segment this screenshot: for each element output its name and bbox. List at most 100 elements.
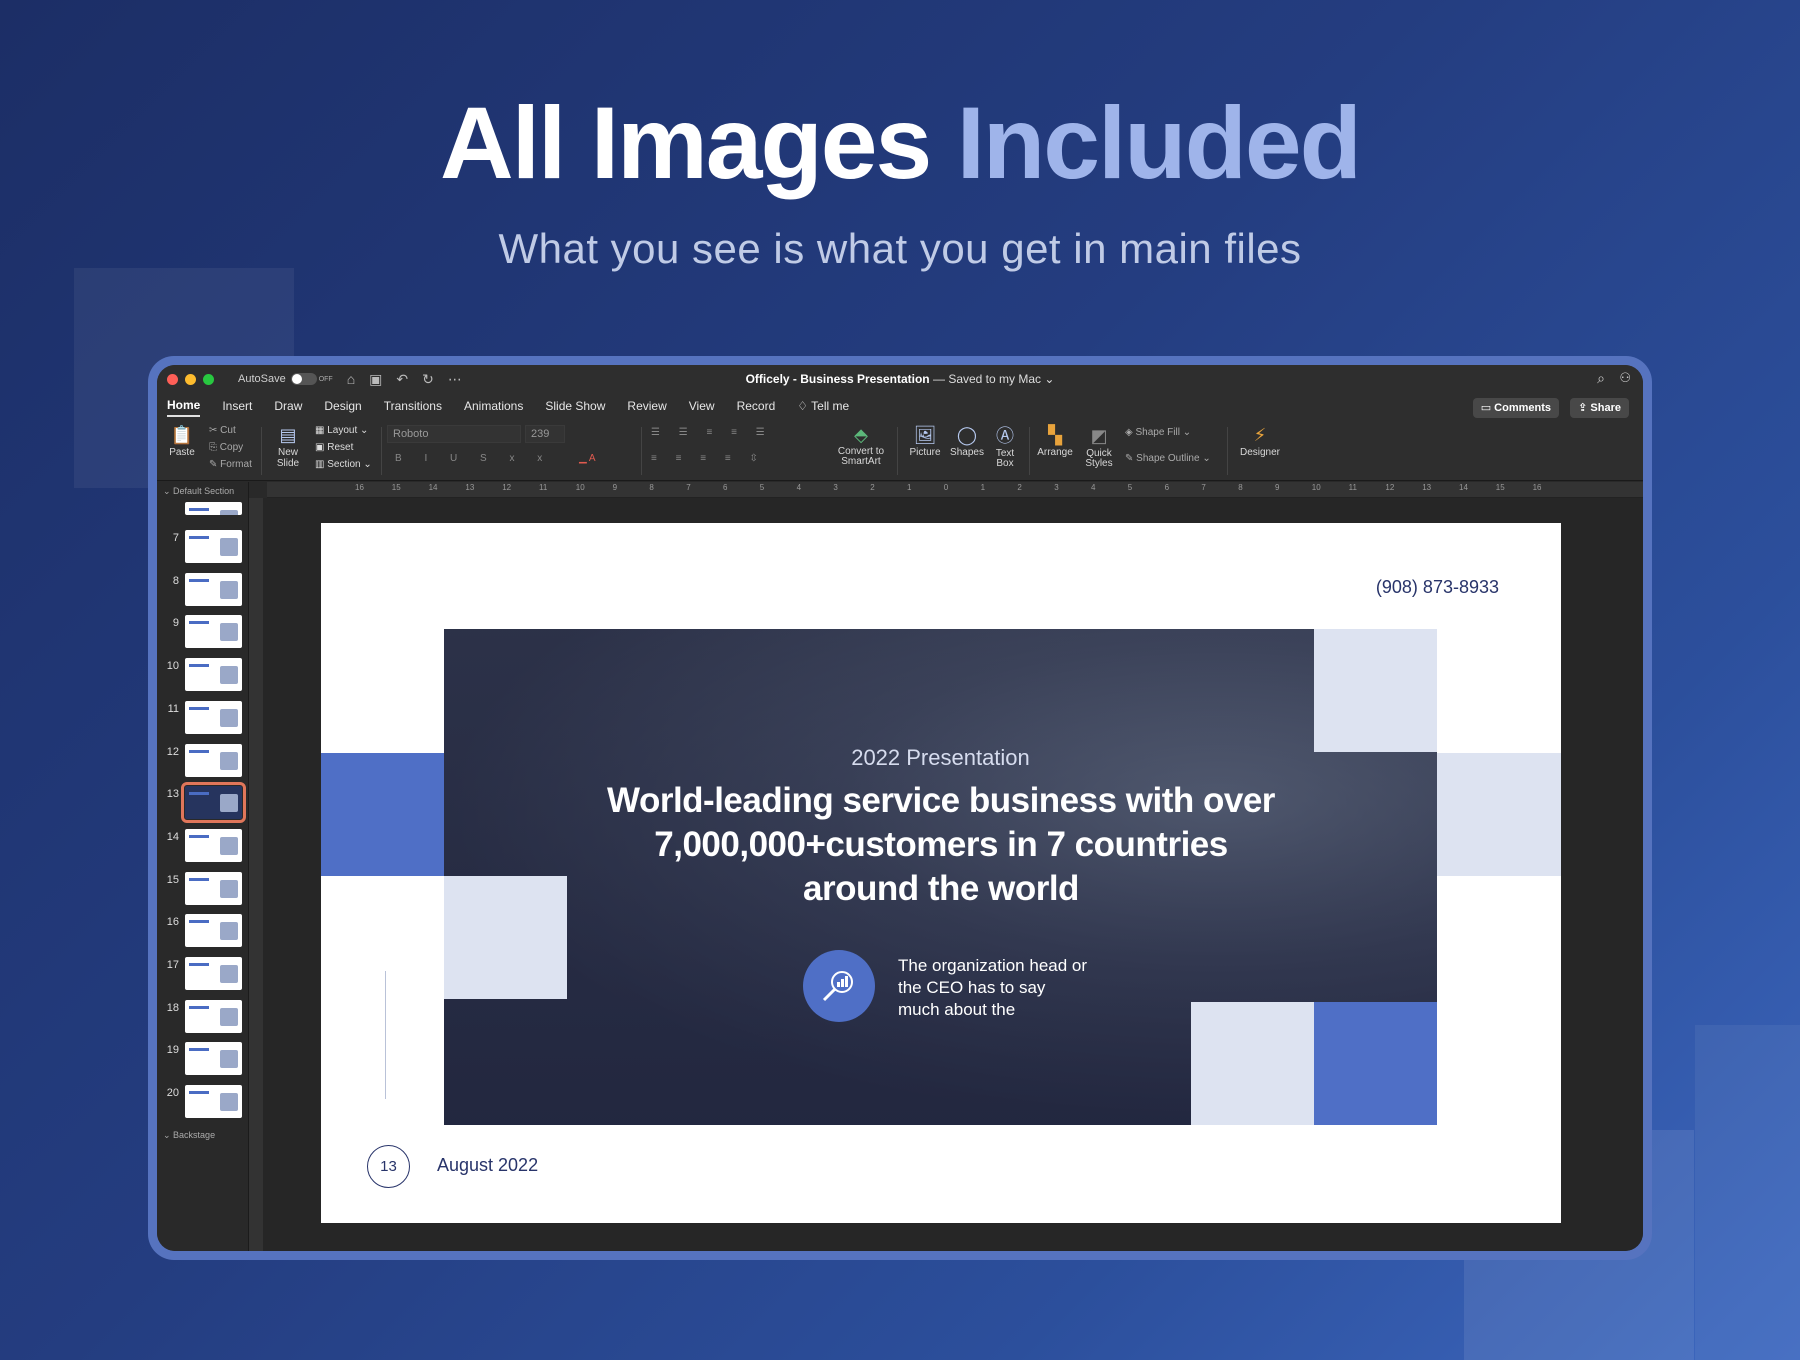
slide-thumbnail[interactable] bbox=[185, 572, 242, 606]
tab-transitions[interactable]: Transitions bbox=[384, 396, 442, 416]
section-icon: ▥ bbox=[315, 459, 325, 470]
slide[interactable]: (908) 873-8933 2022 Presentation World-l… bbox=[321, 523, 1561, 1223]
format-painter-button[interactable]: ✎ Format bbox=[209, 459, 252, 470]
slide-phone-number[interactable]: (908) 873-8933 bbox=[1376, 577, 1499, 598]
tab-record[interactable]: Record bbox=[737, 396, 776, 416]
ruler-tick-label: 3 bbox=[1054, 483, 1059, 492]
quick-styles-button[interactable]: ◩ Quick Styles bbox=[1079, 423, 1119, 469]
ruler-tick-label: 10 bbox=[1311, 483, 1321, 492]
tab-slide-show[interactable]: Slide Show bbox=[545, 396, 605, 416]
light-block bbox=[1191, 1002, 1314, 1125]
font-size-select[interactable]: 239 bbox=[525, 425, 565, 443]
share-icon: ⇪ bbox=[1578, 402, 1588, 414]
tab-animations[interactable]: Animations bbox=[464, 396, 523, 416]
slide-thumbnail-6[interactable] bbox=[185, 502, 242, 515]
copy-icon: ⎘ bbox=[209, 442, 217, 453]
ruler-tick-label: 7 bbox=[686, 483, 691, 492]
tab-insert[interactable]: Insert bbox=[222, 396, 252, 416]
pen-icon: ✎ bbox=[1125, 453, 1134, 464]
slide-thumbnail[interactable] bbox=[185, 530, 242, 563]
close-window-button[interactable] bbox=[167, 373, 178, 385]
slide-number: 17 bbox=[166, 959, 179, 971]
shape-fill-button[interactable]: ◈ Shape Fill ⌄ bbox=[1125, 427, 1191, 438]
lightbulb-icon: ♢ bbox=[797, 399, 809, 413]
share-button[interactable]: ⇪ Share bbox=[1570, 398, 1629, 418]
comments-button[interactable]: ▭ Comments bbox=[1472, 398, 1559, 418]
slide-thumbnail[interactable] bbox=[185, 999, 242, 1033]
powerpoint-window: AutoSave OFF ⌂ ▣ ↶ ↻ ⋯ Officely - Busine… bbox=[157, 365, 1643, 1251]
redo-icon[interactable]: ↻ bbox=[422, 371, 434, 388]
slide-thumbnail[interactable] bbox=[185, 658, 242, 692]
brush-icon: ✎ bbox=[209, 459, 218, 470]
more-icon[interactable]: ⋯ bbox=[448, 371, 462, 388]
account-icon[interactable]: ⚇ bbox=[1619, 370, 1631, 386]
ruler-tick-label: 4 bbox=[796, 483, 802, 492]
shapes-button[interactable]: ◯ Shapes bbox=[947, 423, 987, 458]
save-icon[interactable]: ▣ bbox=[369, 371, 382, 388]
ruler-tick-label: 14 bbox=[1459, 483, 1468, 492]
ruler-tick-label: 7 bbox=[1201, 483, 1206, 492]
arrange-button[interactable]: ▚ Arrange bbox=[1035, 423, 1075, 458]
section-button[interactable]: ▥ Section ⌄ bbox=[315, 459, 372, 470]
section-default[interactable]: ⌄ Default Section bbox=[163, 486, 234, 497]
autosave-toggle[interactable] bbox=[290, 373, 317, 385]
slide-thumbnail-panel: ⌄ Default Section 7 8 9 10 11 12 13 14 15 16 17 18 1… bbox=[157, 482, 249, 1251]
light-block bbox=[1314, 629, 1437, 752]
copy-button[interactable]: ⎘ Copy bbox=[209, 442, 243, 453]
layout-button[interactable]: ▦ Layout ⌄ bbox=[315, 425, 368, 436]
minimize-window-button[interactable] bbox=[185, 373, 196, 385]
home-icon[interactable]: ⌂ bbox=[347, 371, 355, 387]
slide-title[interactable]: World-leading service business with over… bbox=[601, 779, 1281, 911]
alignment-tools[interactable]: ≡ ≡ ≡ ≡ ⇳ bbox=[651, 453, 766, 464]
tell-me-search[interactable]: ♢ Tell me bbox=[797, 396, 849, 416]
slide-thumbnail[interactable] bbox=[185, 828, 242, 862]
slide-thumbnail[interactable] bbox=[185, 957, 242, 990]
slide-thumbnail[interactable] bbox=[185, 1085, 242, 1119]
slide-thumbnail[interactable] bbox=[185, 700, 242, 734]
ruler-tick-label: 5 bbox=[1127, 483, 1133, 492]
convert-smartart-button[interactable]: ⬘ Convert to SmartArt bbox=[833, 423, 889, 467]
slide-number: 20 bbox=[166, 1087, 179, 1100]
slide-thumbnail[interactable] bbox=[185, 743, 242, 777]
cut-button[interactable]: ✂ Cut bbox=[209, 425, 236, 436]
tab-view[interactable]: View bbox=[689, 396, 715, 416]
home-ribbon: 📋 Paste ✂ Cut ⎘ Copy ✎ Format ▤ New Slide … bbox=[157, 419, 1643, 481]
slide-subtitle[interactable]: 2022 Presentation bbox=[444, 745, 1437, 771]
reset-button[interactable]: ▣ Reset bbox=[315, 442, 353, 453]
slide-date[interactable]: August 2022 bbox=[437, 1155, 538, 1176]
slide-thumbnail[interactable] bbox=[185, 871, 242, 905]
slide-thumbnail[interactable] bbox=[185, 1042, 242, 1076]
paste-button[interactable]: 📋 Paste bbox=[167, 423, 197, 458]
slide-thumbnail[interactable] bbox=[185, 914, 242, 948]
designer-button[interactable]: ⚡ Designer bbox=[1237, 423, 1283, 458]
font-name-select[interactable]: Roboto bbox=[387, 425, 521, 443]
slide-thumbnail[interactable] bbox=[185, 615, 242, 649]
font-color-tools[interactable]: ▁ A bbox=[579, 453, 596, 464]
tab-draw[interactable]: Draw bbox=[274, 396, 302, 416]
font-format-tools[interactable]: B I U S x x bbox=[395, 453, 552, 464]
paragraph-tools[interactable]: ☰ ☰ ≡ ≡ ☰ bbox=[651, 427, 773, 438]
ruler-tick-label: 1 bbox=[980, 483, 986, 492]
divider bbox=[381, 427, 382, 475]
text-box-button[interactable]: Ⓐ Text Box bbox=[989, 423, 1021, 469]
tab-home[interactable]: Home bbox=[167, 395, 201, 417]
undo-icon[interactable]: ↶ bbox=[396, 371, 408, 388]
maximize-window-button[interactable] bbox=[203, 373, 214, 385]
ruler-tick-label: 13 bbox=[1422, 483, 1432, 492]
tab-design[interactable]: Design bbox=[324, 396, 361, 416]
light-block bbox=[1437, 753, 1561, 876]
ruler-tick-label: 16 bbox=[1532, 483, 1542, 492]
ruler-tick-label: 10 bbox=[575, 483, 585, 492]
autosave-label: AutoSave bbox=[238, 373, 286, 385]
ruler-tick-label: 15 bbox=[1495, 483, 1505, 492]
ruler-tick-label: 16 bbox=[355, 483, 364, 492]
slide-body-text[interactable]: The organization head or the CEO has to … bbox=[898, 955, 1088, 1021]
slide-thumbnail[interactable] bbox=[181, 782, 246, 824]
ruler-tick-label: 15 bbox=[391, 483, 401, 492]
tab-review[interactable]: Review bbox=[627, 396, 666, 416]
picture-button[interactable]: 🖼 Picture bbox=[905, 423, 945, 458]
search-icon[interactable]: ⌕ bbox=[1597, 370, 1605, 387]
section-backstage[interactable]: ⌄ Backstage bbox=[163, 1130, 215, 1141]
shape-outline-button[interactable]: ✎ Shape Outline ⌄ bbox=[1125, 453, 1211, 464]
new-slide-button[interactable]: ▤ New Slide bbox=[273, 423, 303, 469]
